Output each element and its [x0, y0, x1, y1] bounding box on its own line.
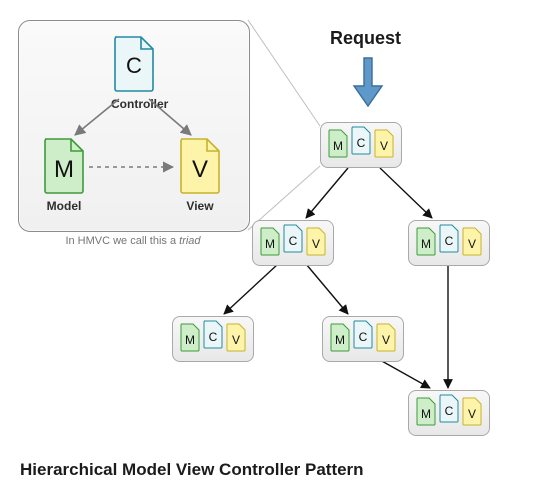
svg-text:M: M [333, 139, 343, 153]
mini-model-icon: M [179, 323, 201, 353]
triad-node-t5: M C V [322, 316, 404, 362]
mini-view-icon: V [461, 227, 483, 257]
triad-node-t2: M C V [252, 220, 334, 266]
svg-text:V: V [232, 333, 240, 347]
svg-text:M: M [185, 333, 195, 347]
svg-text:V: V [468, 237, 476, 251]
mini-view-icon: V [375, 323, 397, 353]
mini-controller-icon: C [202, 320, 224, 350]
mini-view-icon: V [225, 323, 247, 353]
triad-node-t3: M C V [408, 220, 490, 266]
mini-controller-icon: C [282, 224, 304, 254]
diagram-title: Hierarchical Model View Controller Patte… [20, 460, 364, 480]
mini-model-icon: M [329, 323, 351, 353]
diagram-stage: C Controller M Model V View [0, 0, 540, 500]
mini-view-icon: V [373, 129, 395, 159]
svg-text:V: V [468, 407, 476, 421]
svg-text:M: M [421, 407, 431, 421]
mini-view-icon: V [305, 227, 327, 257]
triad-node-t1: M C V [320, 122, 402, 168]
mini-model-icon: M [259, 227, 281, 257]
svg-text:V: V [312, 237, 320, 251]
mini-view-icon: V [461, 397, 483, 427]
triad-node-t4: M C V [172, 316, 254, 362]
svg-text:V: V [382, 333, 390, 347]
svg-text:M: M [265, 237, 275, 251]
mini-model-icon: M [415, 397, 437, 427]
svg-text:V: V [380, 139, 388, 153]
mini-model-icon: M [415, 227, 437, 257]
svg-text:C: C [445, 234, 454, 248]
svg-text:M: M [421, 237, 431, 251]
svg-text:C: C [359, 330, 368, 344]
mini-model-icon: M [327, 129, 349, 159]
mini-controller-icon: C [438, 224, 460, 254]
svg-text:C: C [289, 234, 298, 248]
svg-text:C: C [209, 330, 218, 344]
svg-text:M: M [335, 333, 345, 347]
mini-controller-icon: C [438, 394, 460, 424]
svg-text:C: C [357, 136, 366, 150]
svg-text:C: C [445, 404, 454, 418]
mini-controller-icon: C [350, 126, 372, 156]
mini-controller-icon: C [352, 320, 374, 350]
triad-node-t6: M C V [408, 390, 490, 436]
